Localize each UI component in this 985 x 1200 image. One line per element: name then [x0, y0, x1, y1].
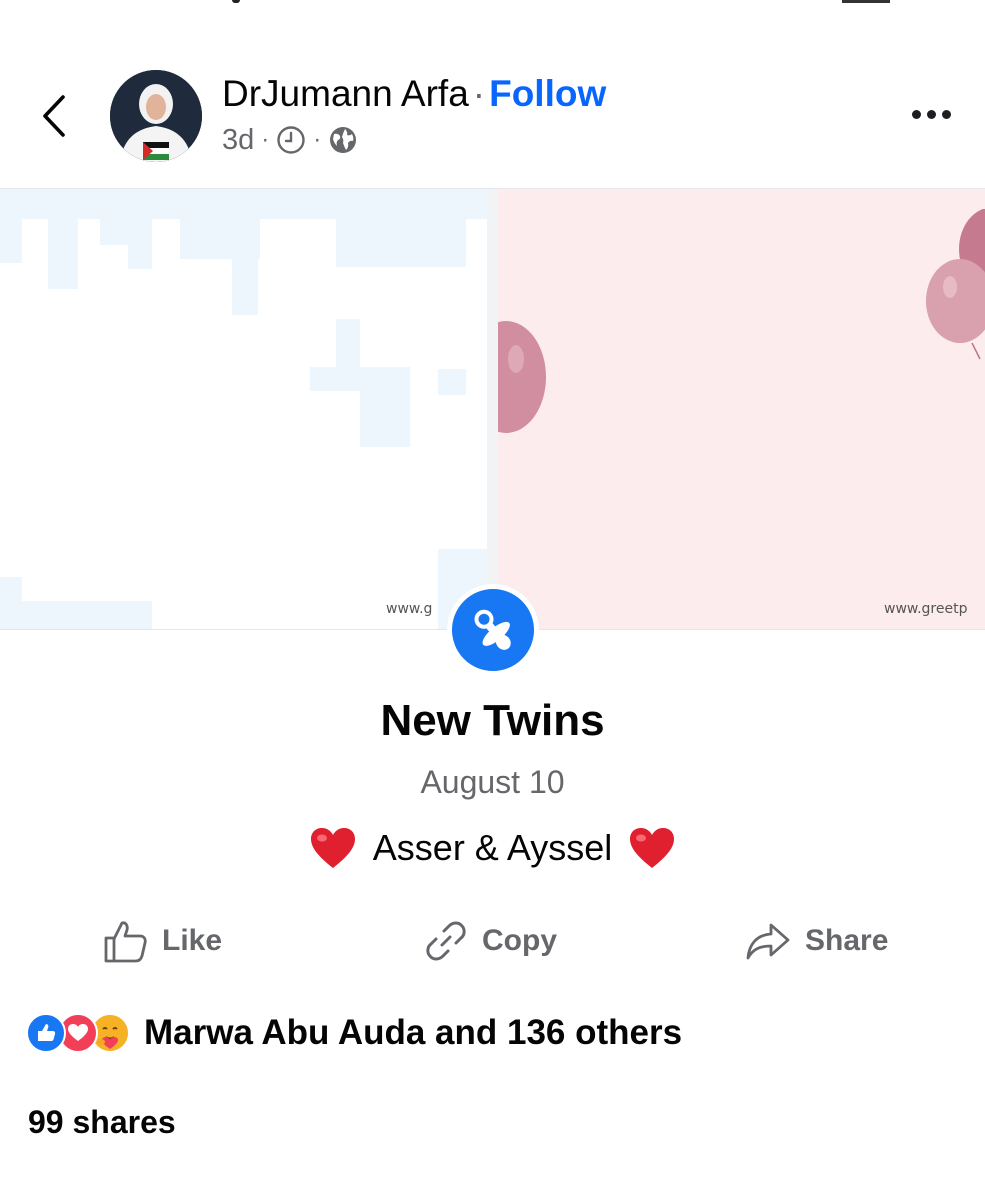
cover-pattern: [232, 259, 258, 315]
balloon-left: [498, 321, 546, 433]
reaction-count-text: Marwa Abu Auda and 136 others: [144, 1013, 683, 1052]
share-label: Share: [805, 924, 889, 957]
more-dot-icon: [926, 109, 936, 119]
cover-pattern: [48, 219, 78, 289]
cover-pattern: [0, 577, 22, 629]
more-options-button[interactable]: [904, 96, 958, 132]
post-time[interactable]: 3d: [222, 124, 254, 157]
like-reaction-icon: [26, 1013, 66, 1053]
cover-pattern: [180, 219, 260, 259]
follow-button[interactable]: Follow: [489, 73, 606, 114]
life-event-cover[interactable]: www.g www.greetp: [0, 189, 985, 630]
meta-separator: ·: [313, 126, 322, 153]
life-event-caption-text: Asser & Ayssel: [372, 827, 613, 868]
clock-icon: [277, 126, 305, 154]
chevron-left-icon: [43, 95, 65, 137]
life-event-caption: Asser & Ayssel: [0, 820, 985, 876]
author-name[interactable]: DrJumann Arfa: [222, 73, 469, 114]
balloon-right: [926, 209, 985, 360]
cover-pattern: [0, 219, 22, 263]
author-separator: ·: [472, 73, 486, 114]
cover-pattern: [438, 369, 466, 395]
red-heart-icon: [310, 828, 355, 868]
profile-photo: [110, 70, 202, 162]
more-dot-icon: [941, 109, 951, 119]
cover-pattern: [22, 601, 152, 629]
post-header: DrJumann Arfa · Follow 3d · ·: [0, 0, 985, 189]
red-heart-icon: [630, 828, 675, 868]
copy-button[interactable]: Copy: [424, 910, 557, 972]
share-button[interactable]: Share: [745, 910, 888, 972]
more-dot-icon: [911, 109, 921, 119]
cover-pattern: [100, 219, 152, 245]
life-event-title: New Twins: [380, 696, 605, 745]
pacifier-icon: [474, 609, 511, 650]
like-label: Like: [162, 924, 223, 957]
post-meta: 3d · ·: [222, 122, 358, 158]
link-icon: [426, 921, 466, 961]
back-button[interactable]: [30, 88, 78, 144]
meta-separator: ·: [261, 126, 270, 153]
reaction-summary[interactable]: Marwa Abu Auda and 136 others: [26, 1008, 682, 1058]
cover-watermark: www.greetp: [884, 601, 968, 617]
avatar[interactable]: [110, 70, 202, 162]
action-bar: Like Copy Share: [0, 910, 985, 972]
like-button[interactable]: Like: [102, 910, 222, 972]
thumbs-up-icon: [104, 921, 147, 963]
cover-pattern: [336, 219, 466, 267]
author-line: DrJumann Arfa · Follow: [222, 72, 606, 116]
copy-label: Copy: [482, 924, 557, 957]
cover-pattern: [336, 319, 360, 367]
life-event-date: August 10: [420, 764, 565, 800]
cover-pattern: [360, 391, 410, 447]
cover-image-left: www.g: [0, 189, 487, 629]
shares-count[interactable]: 99 shares: [28, 1104, 176, 1141]
cover-image-right: www.greetp: [498, 189, 985, 629]
cover-pattern: [310, 367, 410, 391]
globe-icon: [330, 127, 357, 153]
share-arrow-icon: [746, 923, 790, 960]
cover-divider: [487, 189, 498, 629]
life-event-badge: [447, 584, 539, 676]
cover-watermark: www.g: [386, 601, 433, 617]
cover-pattern: [128, 245, 152, 269]
cover-pattern: [0, 189, 487, 219]
